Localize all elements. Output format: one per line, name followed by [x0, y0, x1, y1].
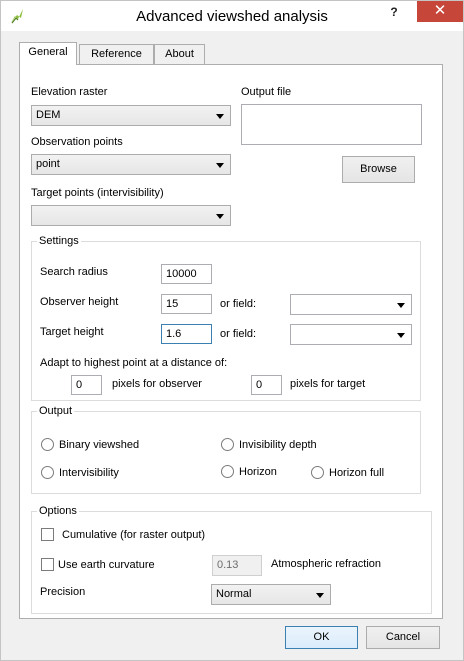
browse-button[interactable]: Browse: [342, 156, 415, 183]
observation-points-select[interactable]: point: [31, 154, 231, 175]
tab-reference[interactable]: Reference: [79, 44, 154, 64]
tab-general[interactable]: General: [19, 42, 77, 65]
chevron-down-icon: [216, 114, 224, 119]
tab-about-label: About: [165, 48, 194, 60]
cumulative-checkbox[interactable]: [41, 528, 54, 541]
tab-reference-label: Reference: [91, 48, 142, 60]
target-field-select[interactable]: [290, 324, 412, 345]
close-icon: ✕: [433, 2, 447, 19]
precision-select[interactable]: Normal: [211, 584, 331, 605]
tab-about[interactable]: About: [154, 44, 205, 64]
options-group-title: Options: [37, 505, 79, 517]
earth-curvature-checkbox[interactable]: [41, 558, 54, 571]
binary-viewshed-radio[interactable]: [41, 438, 54, 451]
horizon-radio[interactable]: [221, 465, 234, 478]
observation-points-value: point: [36, 158, 60, 170]
output-file-label: Output file: [241, 86, 292, 98]
elevation-raster-value: DEM: [36, 109, 61, 121]
precision-label: Precision: [40, 586, 86, 598]
target-points-select[interactable]: [31, 205, 231, 226]
invisibility-depth-radio[interactable]: [221, 438, 234, 451]
search-radius-input[interactable]: 10000: [161, 264, 212, 284]
observer-pixels-input[interactable]: 0: [71, 375, 102, 395]
tab-general-label: General: [28, 46, 68, 58]
intervisibility-label: Intervisibility: [59, 467, 119, 479]
target-pixels-label: pixels for target: [290, 378, 366, 390]
observer-pixels-label: pixels for observer: [112, 378, 202, 390]
observer-field-select[interactable]: [290, 294, 412, 315]
refraction-input[interactable]: 0.13: [212, 555, 262, 576]
close-button[interactable]: ✕: [417, 1, 463, 22]
horizon-label: Horizon: [239, 466, 277, 478]
target-pixels-input[interactable]: 0: [251, 375, 282, 395]
title-bar: Advanced viewshed analysis ? ✕: [1, 1, 463, 31]
chevron-down-icon: [316, 593, 324, 598]
earth-curvature-label: Use earth curvature: [58, 559, 155, 571]
binary-viewshed-label: Binary viewshed: [59, 439, 140, 451]
dialog-window: Advanced viewshed analysis ? ✕ General R…: [0, 0, 464, 661]
search-radius-label: Search radius: [40, 266, 108, 278]
adapt-label: Adapt to highest point at a distance of:: [40, 357, 228, 369]
target-height-input[interactable]: 1.6: [161, 324, 212, 344]
output-group: [31, 411, 421, 494]
output-file-field[interactable]: [241, 104, 422, 145]
ok-button[interactable]: OK: [285, 626, 358, 649]
target-points-label: Target points (intervisibility): [31, 187, 164, 199]
chevron-down-icon: [397, 333, 405, 338]
cumulative-label: Cumulative (for raster output): [62, 529, 206, 541]
settings-group-title: Settings: [37, 235, 81, 247]
horizon-full-radio[interactable]: [311, 466, 324, 479]
cancel-button[interactable]: Cancel: [366, 626, 440, 649]
observer-or-field-label: or field:: [220, 298, 257, 310]
chevron-down-icon: [216, 214, 224, 219]
refraction-label: Atmospheric refraction: [271, 558, 382, 570]
chevron-down-icon: [216, 163, 224, 168]
output-group-title: Output: [37, 405, 75, 417]
target-or-field-label: or field:: [220, 328, 257, 340]
precision-value: Normal: [216, 588, 252, 600]
observer-height-input[interactable]: 15: [161, 294, 212, 314]
intervisibility-radio[interactable]: [41, 466, 54, 479]
target-height-label: Target height: [40, 326, 104, 338]
observation-points-label: Observation points: [31, 136, 123, 148]
horizon-full-label: Horizon full: [329, 467, 385, 479]
invisibility-depth-label: Invisibility depth: [239, 439, 317, 451]
chevron-down-icon: [397, 303, 405, 308]
elevation-raster-label: Elevation raster: [31, 86, 108, 98]
observer-height-label: Observer height: [40, 296, 119, 308]
elevation-raster-select[interactable]: DEM: [31, 105, 231, 126]
help-button[interactable]: ?: [381, 1, 407, 23]
